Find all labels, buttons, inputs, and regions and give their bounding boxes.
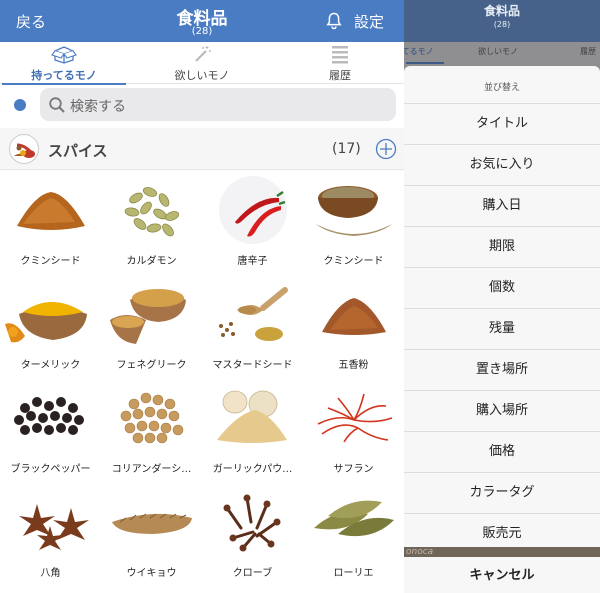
- box-icon: [51, 46, 77, 64]
- dimmed-item-count: (28): [493, 20, 511, 29]
- grid-item[interactable]: ブラックペッパー: [3, 380, 98, 483]
- dimmed-tab-history: 履歴: [580, 47, 596, 56]
- sort-option-purchase-place[interactable]: 購入場所: [404, 391, 600, 432]
- filter-dot[interactable]: [14, 99, 26, 111]
- item-label: ガーリックパウ…: [212, 464, 293, 475]
- grid-item[interactable]: クミンシード: [306, 172, 401, 275]
- dimmed-tab-bar: 持ってるモノ 欲しいモノ 履歴: [404, 42, 600, 64]
- search-row: 検索する: [0, 84, 404, 126]
- grid-item[interactable]: コリアンダーシ…: [104, 380, 199, 483]
- sort-option-remaining[interactable]: 残量: [404, 309, 600, 350]
- tab-owned-label: 持ってるモノ: [31, 69, 97, 82]
- item-label: ウイキョウ: [126, 568, 177, 579]
- search-input[interactable]: 検索する: [40, 88, 396, 121]
- dimmed-nav-bar: 食料品 (28): [404, 0, 600, 42]
- sort-action-sheet: 並び替え タイトル お気に入り 購入日 期限 個数 残量 置き場所 購入場所 価…: [404, 66, 600, 547]
- settings-button[interactable]: 設定: [354, 11, 384, 32]
- cancel-button[interactable]: キャンセル: [404, 557, 600, 593]
- tab-wanted[interactable]: 欲しいモノ: [138, 42, 266, 84]
- sort-option-quantity[interactable]: 個数: [404, 268, 600, 309]
- fennel-image: [112, 513, 192, 534]
- item-label: コリアンダーシ…: [111, 464, 192, 475]
- item-label: クミンシード: [20, 256, 81, 267]
- sort-option-favorite[interactable]: お気に入り: [404, 145, 600, 186]
- fenugreek-image: [110, 289, 186, 344]
- search-placeholder: 検索する: [70, 99, 126, 115]
- tab-bar: 持ってるモノ 欲しいモノ 履歴: [0, 42, 404, 85]
- category-count: (17): [332, 141, 361, 157]
- black-pepper-image: [14, 397, 84, 435]
- category-header[interactable]: スパイス (17): [0, 128, 404, 170]
- sort-screen: 食料品 (28) 持ってるモノ 欲しいモノ 履歴 並び替え タイトル お気に入り…: [404, 0, 600, 593]
- coriander-image: [120, 392, 184, 444]
- item-label: クローブ: [232, 568, 273, 579]
- tab-owned[interactable]: 持ってるモノ: [0, 42, 128, 85]
- grid-item[interactable]: クローブ: [205, 484, 300, 587]
- item-label: サフラン: [333, 464, 374, 475]
- item-label: フェネグリーク: [116, 360, 187, 371]
- bell-icon[interactable]: [324, 11, 344, 31]
- grid-item[interactable]: 唐辛子: [205, 172, 300, 275]
- tab-history-label: 履歴: [329, 69, 351, 82]
- sort-option-color-tag[interactable]: カラータグ: [404, 473, 600, 514]
- item-label: ターメリック: [20, 360, 81, 371]
- item-grid: クミンシード カルダモン 唐辛子 クミンシード ターメリック フェネグリーク マ…: [0, 172, 404, 593]
- sort-option-purchase-date[interactable]: 購入日: [404, 186, 600, 227]
- cardamom-image: [124, 187, 180, 237]
- red-chili-image: [219, 176, 287, 244]
- grid-item[interactable]: 五香粉: [306, 276, 401, 379]
- magic-wand-icon: [195, 46, 211, 62]
- item-label: 唐辛子: [237, 256, 268, 267]
- grid-item[interactable]: 八角: [3, 484, 98, 587]
- inventory-screen: 戻る 食料品 (28) 設定 持ってるモノ 欲しいモノ 履歴 検索する スパイス…: [0, 0, 404, 593]
- search-icon: [49, 97, 65, 113]
- cumin-bowl-image: [316, 186, 392, 236]
- item-label: 五香粉: [338, 360, 369, 371]
- five-spice-image: [322, 298, 386, 335]
- bay-leaf-image: [314, 500, 394, 537]
- turmeric-image: [5, 302, 87, 343]
- grid-item[interactable]: カルダモン: [104, 172, 199, 275]
- dimmed-tab-wanted: 欲しいモノ: [478, 47, 518, 56]
- list-icon: [332, 46, 348, 64]
- sort-option-storage-location[interactable]: 置き場所: [404, 350, 600, 391]
- item-label: クミンシード: [323, 256, 384, 267]
- grid-item[interactable]: ターメリック: [3, 276, 98, 379]
- sort-option-price[interactable]: 価格: [404, 432, 600, 473]
- category-title: スパイス: [48, 142, 108, 160]
- sort-sheet-title: 並び替え: [404, 66, 600, 104]
- tab-wanted-label: 欲しいモノ: [174, 69, 230, 82]
- spice-powder-image: [17, 192, 85, 230]
- clove-image: [223, 494, 281, 552]
- grid-item[interactable]: サフラン: [306, 380, 401, 483]
- star-anise-image: [19, 504, 89, 550]
- saffron-image: [317, 393, 393, 443]
- item-label: ブラックペッパー: [10, 464, 91, 475]
- sort-option-expiry[interactable]: 期限: [404, 227, 600, 268]
- sort-option-title[interactable]: タイトル: [404, 104, 600, 145]
- grid-item[interactable]: フェネグリーク: [104, 276, 199, 379]
- add-item-icon[interactable]: [375, 138, 397, 160]
- grid-item[interactable]: ウイキョウ: [104, 484, 199, 587]
- background-strip: onoca: [404, 547, 600, 557]
- dimmed-tab-owned: 持ってるモノ: [404, 47, 434, 56]
- item-label: カルダモン: [126, 256, 177, 267]
- mustard-image: [219, 287, 288, 341]
- tab-history[interactable]: 履歴: [276, 42, 404, 84]
- dimmed-page-title: 食料品: [483, 4, 520, 18]
- item-label: 八角: [40, 568, 61, 579]
- grid-item[interactable]: ガーリックパウ…: [205, 380, 300, 483]
- dimmed-tab-indicator: [406, 62, 444, 64]
- nav-bar: 戻る 食料品 (28) 設定: [0, 0, 404, 42]
- item-label: マスタードシード: [212, 360, 293, 371]
- grid-item[interactable]: マスタードシード: [205, 276, 300, 379]
- grid-item[interactable]: ローリエ: [306, 484, 401, 587]
- grid-item[interactable]: クミンシード: [3, 172, 98, 275]
- item-label: ローリエ: [333, 568, 374, 579]
- garlic-powder-image: [217, 390, 287, 443]
- spice-category-icon: [9, 134, 39, 164]
